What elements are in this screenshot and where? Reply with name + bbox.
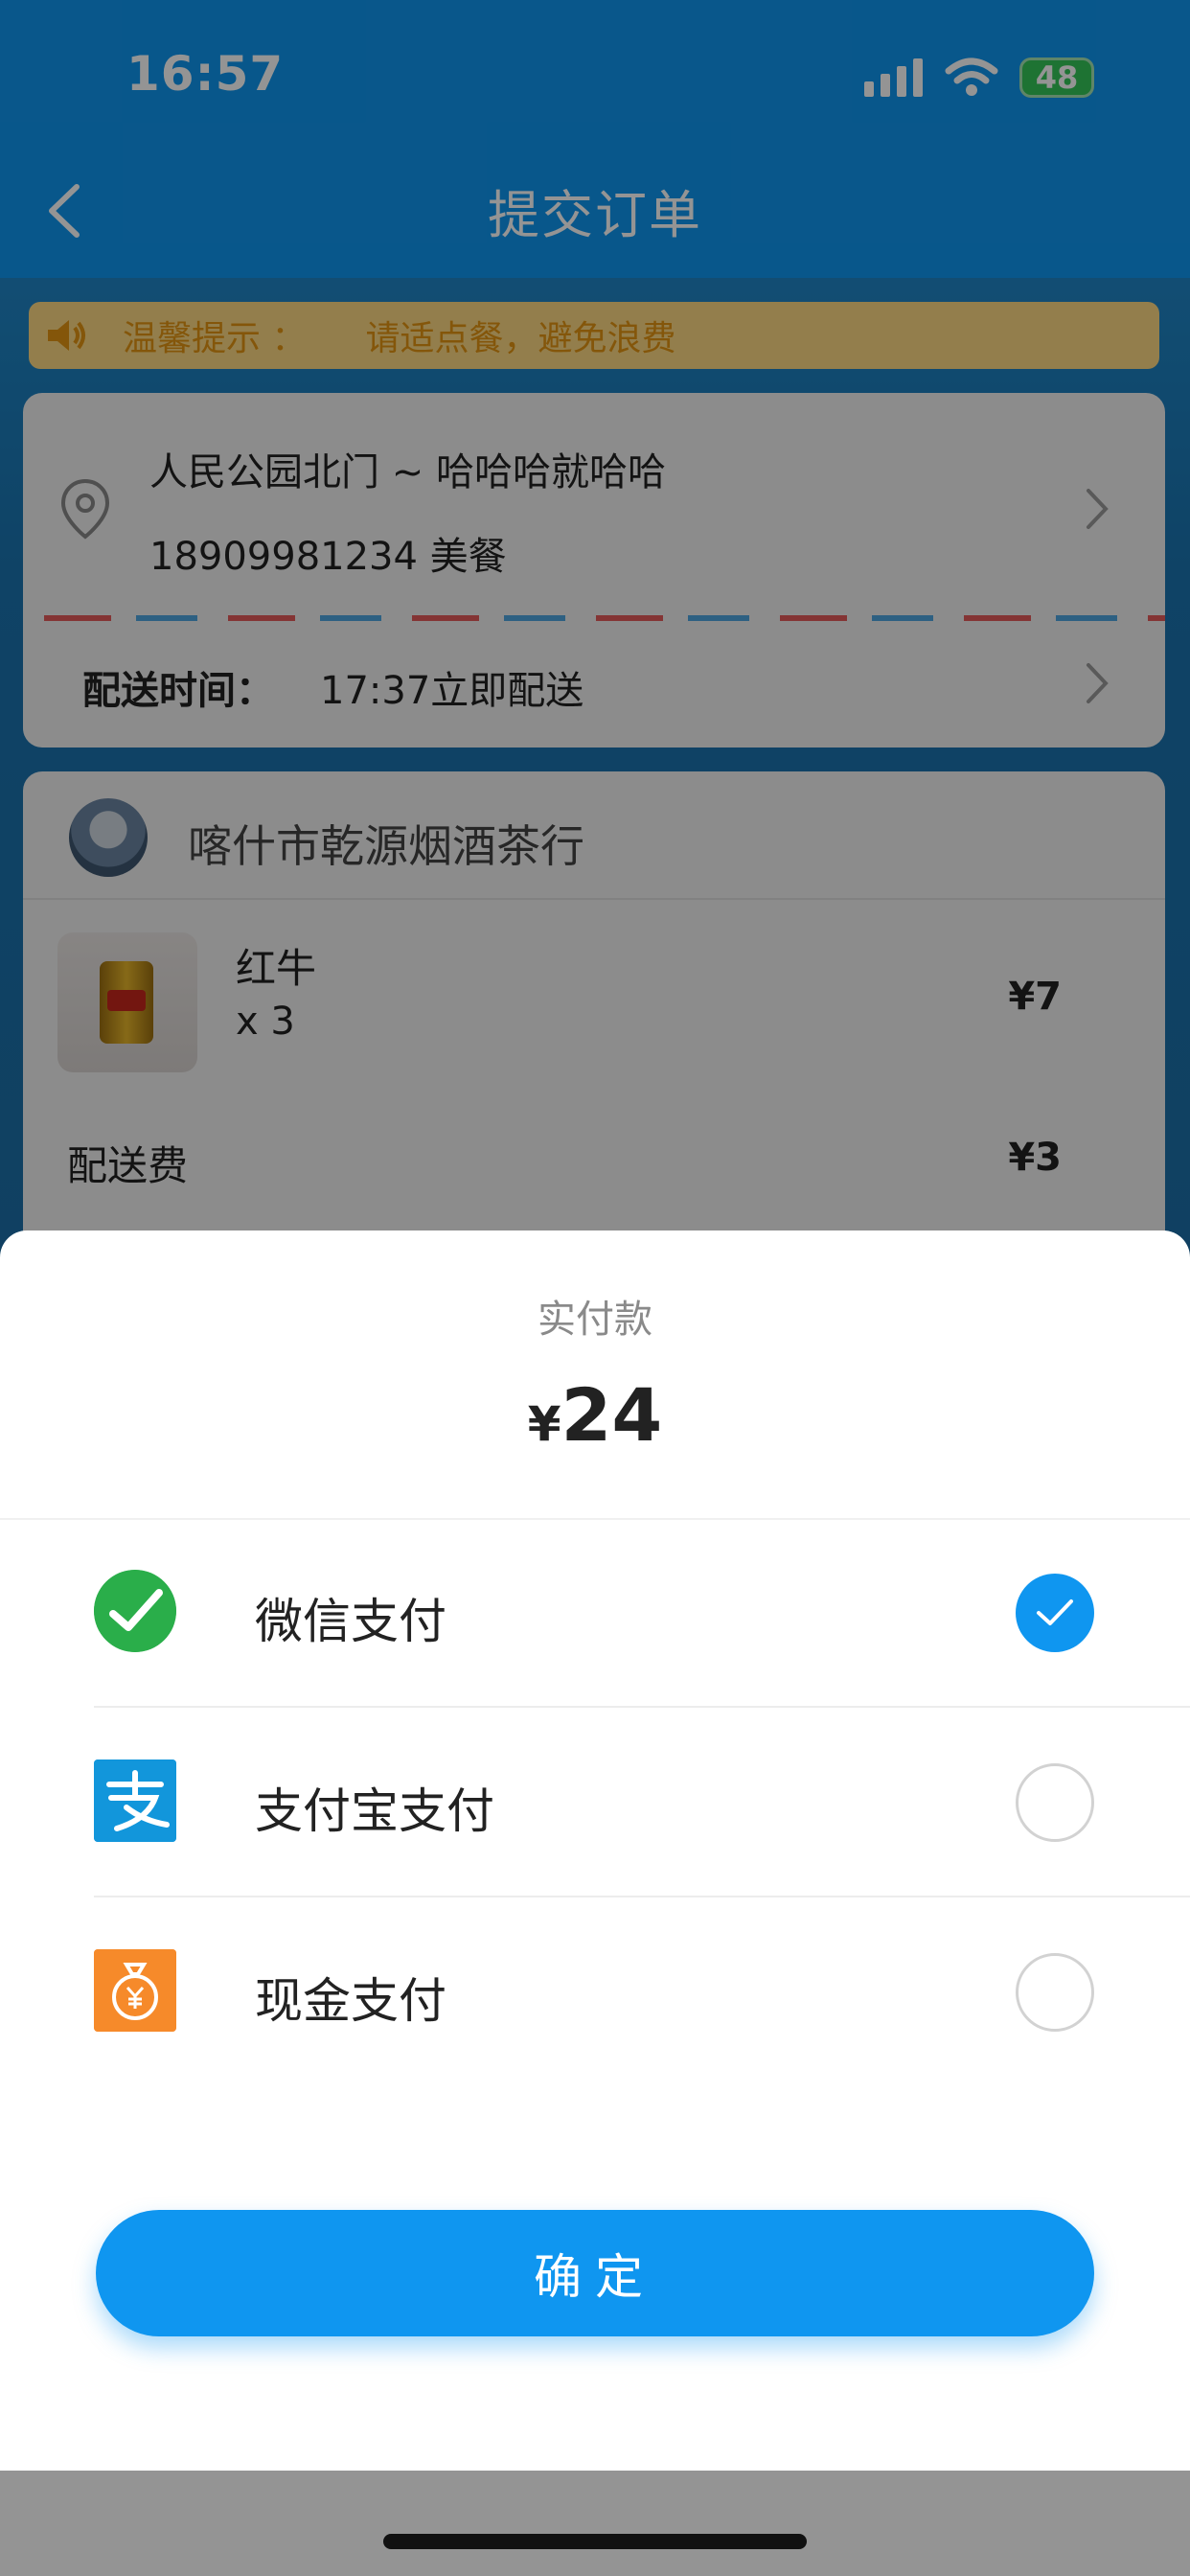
check-icon <box>1037 1599 1073 1625</box>
payment-option-label: 微信支付 <box>255 1594 446 1649</box>
alipay-icon <box>94 1760 176 1842</box>
home-indicator <box>383 2534 807 2549</box>
radio-unselected[interactable] <box>1016 1763 1094 1842</box>
wechat-pay-icon <box>94 1570 176 1652</box>
radio-selected[interactable] <box>1016 1574 1094 1652</box>
payment-option-wechat[interactable]: 微信支付 <box>0 1518 1190 1706</box>
payment-option-cash[interactable]: 现金支付 <box>0 1898 1190 2085</box>
payment-amount: ¥24 <box>0 1372 1190 1458</box>
payment-option-label: 支付宝支付 <box>255 1783 494 1839</box>
confirm-button[interactable]: 确定 <box>96 2210 1094 2336</box>
payment-title: 实付款 <box>538 1298 652 1342</box>
amount-value: 24 <box>561 1372 663 1458</box>
payment-option-label: 现金支付 <box>255 1973 446 2029</box>
money-bag-icon <box>94 1949 176 2032</box>
radio-unselected[interactable] <box>1016 1953 1094 2032</box>
payment-option-alipay[interactable]: 支付宝支付 <box>0 1708 1190 1896</box>
currency-symbol: ¥ <box>527 1396 561 1452</box>
